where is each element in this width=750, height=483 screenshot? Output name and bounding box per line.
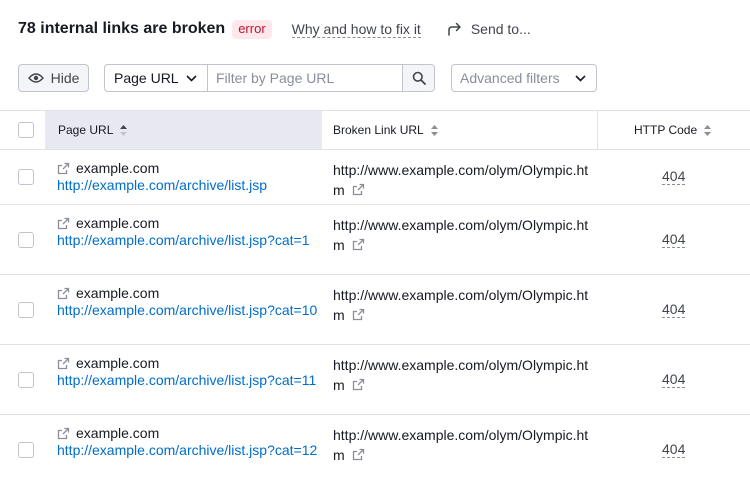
search-button[interactable] — [402, 65, 434, 91]
row-checkbox[interactable] — [18, 301, 34, 318]
broken-url-text: http://www.example.com/olym/Olympic.htm — [333, 287, 589, 323]
domain-text: example.com — [76, 355, 160, 371]
search-icon — [412, 71, 426, 85]
table-row: example.com http://example.com/archive/l… — [0, 150, 750, 205]
external-link-icon[interactable] — [352, 448, 365, 461]
sort-icon — [430, 124, 439, 137]
column-header-broken-link-url[interactable]: Broken Link URL — [322, 111, 598, 149]
http-code-cell: 404 — [598, 345, 750, 414]
page-url-link[interactable]: http://example.com/archive/list.jsp?cat=… — [57, 232, 319, 249]
row-checkbox[interactable] — [18, 231, 34, 248]
column-header-page-url[interactable]: Page URL — [45, 111, 322, 149]
column-header-http-code[interactable]: HTTP Code — [598, 111, 750, 149]
page-url-link[interactable]: http://example.com/archive/list.jsp?cat=… — [57, 372, 319, 389]
broken-url-cell: http://www.example.com/olym/Olympic.htm — [322, 415, 598, 483]
domain-text: example.com — [76, 215, 160, 231]
external-link-icon[interactable] — [352, 378, 365, 391]
chevron-down-icon — [575, 74, 586, 82]
page-url-cell: example.com http://example.com/archive/l… — [45, 345, 322, 414]
broken-url-text: http://www.example.com/olym/Olympic.htm — [333, 357, 589, 393]
report-header: 78 internal links are broken error Why a… — [18, 17, 531, 41]
page-title: 78 internal links are broken — [18, 20, 226, 37]
row-select-cell — [0, 345, 45, 414]
page-url-cell: example.com http://example.com/archive/l… — [45, 415, 322, 483]
page-domain: example.com — [57, 355, 322, 372]
broken-links-table: Page URL Broken Link URL HTTP Code examp… — [0, 110, 750, 483]
broken-url-text: http://www.example.com/olym/Olympic.htm — [333, 217, 589, 253]
http-code-cell: 404 — [598, 150, 750, 204]
row-select-cell — [0, 415, 45, 483]
http-code-cell: 404 — [598, 205, 750, 274]
row-checkbox[interactable] — [18, 169, 34, 185]
page-domain: example.com — [57, 425, 322, 442]
external-link-icon[interactable] — [57, 357, 70, 370]
broken-url-cell: http://www.example.com/olym/Olympic.htm — [322, 275, 598, 344]
hide-button[interactable]: Hide — [18, 64, 89, 92]
share-arrow-icon — [448, 22, 461, 36]
eye-icon — [27, 73, 44, 83]
fix-help-link[interactable]: Why and how to fix it — [291, 21, 421, 38]
broken-url-text: http://www.example.com/olym/Olympic.htm — [333, 427, 589, 463]
chevron-down-icon — [186, 74, 197, 82]
external-link-icon[interactable] — [57, 217, 70, 230]
error-badge: error — [232, 19, 272, 39]
header-cell-select — [0, 111, 45, 149]
page-domain: example.com — [57, 285, 322, 302]
row-select-cell — [0, 150, 45, 204]
http-code-cell: 404 — [598, 275, 750, 344]
send-to-label: Send to... — [470, 21, 531, 37]
page-url-link[interactable]: http://example.com/archive/list.jsp — [57, 177, 319, 194]
page-url-cell: example.com http://example.com/archive/l… — [45, 275, 322, 344]
row-select-cell — [0, 275, 45, 344]
external-link-icon[interactable] — [57, 427, 70, 440]
advanced-filters-select[interactable]: Advanced filters — [451, 64, 597, 92]
http-code[interactable]: 404 — [662, 371, 686, 388]
external-link-icon[interactable] — [352, 238, 365, 251]
domain-text: example.com — [76, 285, 160, 301]
table-row: example.com http://example.com/archive/l… — [0, 415, 750, 483]
domain-text: example.com — [76, 160, 160, 176]
external-link-icon[interactable] — [57, 162, 70, 175]
filter-field-value: Page URL — [114, 70, 179, 86]
http-code[interactable]: 404 — [662, 441, 686, 458]
broken-url-cell: http://www.example.com/olym/Olympic.htm — [322, 205, 598, 274]
sort-icon — [119, 124, 128, 137]
page-url-filter: Page URL — [104, 64, 435, 92]
select-all-checkbox[interactable] — [18, 122, 34, 138]
page-domain: example.com — [57, 160, 322, 177]
send-to-button[interactable]: Send to... — [447, 21, 531, 37]
page-url-cell: example.com http://example.com/archive/l… — [45, 205, 322, 274]
row-checkbox[interactable] — [18, 441, 34, 458]
page-domain: example.com — [57, 215, 322, 232]
hide-label: Hide — [50, 70, 80, 86]
table-header: Page URL Broken Link URL HTTP Code — [0, 110, 750, 150]
broken-url-cell: http://www.example.com/olym/Olympic.htm — [322, 345, 598, 414]
external-link-icon[interactable] — [352, 308, 365, 321]
column-label: Broken Link URL — [333, 123, 424, 137]
column-label: Page URL — [58, 123, 114, 137]
filter-field-select[interactable]: Page URL — [105, 65, 208, 91]
http-code[interactable]: 404 — [662, 301, 686, 318]
broken-url-cell: http://www.example.com/olym/Olympic.htm — [322, 150, 598, 204]
row-checkbox[interactable] — [18, 371, 34, 388]
http-code[interactable]: 404 — [662, 169, 686, 185]
external-link-icon[interactable] — [57, 287, 70, 300]
filter-toolbar: Hide Page URL Advanced filters — [18, 64, 597, 92]
external-link-icon[interactable] — [352, 183, 365, 196]
table-row: example.com http://example.com/archive/l… — [0, 205, 750, 275]
sort-icon — [703, 124, 712, 137]
http-code-cell: 404 — [598, 415, 750, 483]
page-url-link[interactable]: http://example.com/archive/list.jsp?cat=… — [57, 442, 319, 459]
filter-input[interactable] — [208, 65, 402, 91]
table-row: example.com http://example.com/archive/l… — [0, 275, 750, 345]
page-url-cell: example.com http://example.com/archive/l… — [45, 150, 322, 204]
advanced-filters-label: Advanced filters — [460, 70, 560, 86]
broken-url-text: http://www.example.com/olym/Olympic.htm — [333, 162, 589, 198]
column-label: HTTP Code — [634, 123, 698, 137]
page-url-link[interactable]: http://example.com/archive/list.jsp?cat=… — [57, 302, 319, 319]
table-row: example.com http://example.com/archive/l… — [0, 345, 750, 415]
http-code[interactable]: 404 — [662, 231, 686, 248]
row-select-cell — [0, 205, 45, 274]
domain-text: example.com — [76, 425, 160, 441]
